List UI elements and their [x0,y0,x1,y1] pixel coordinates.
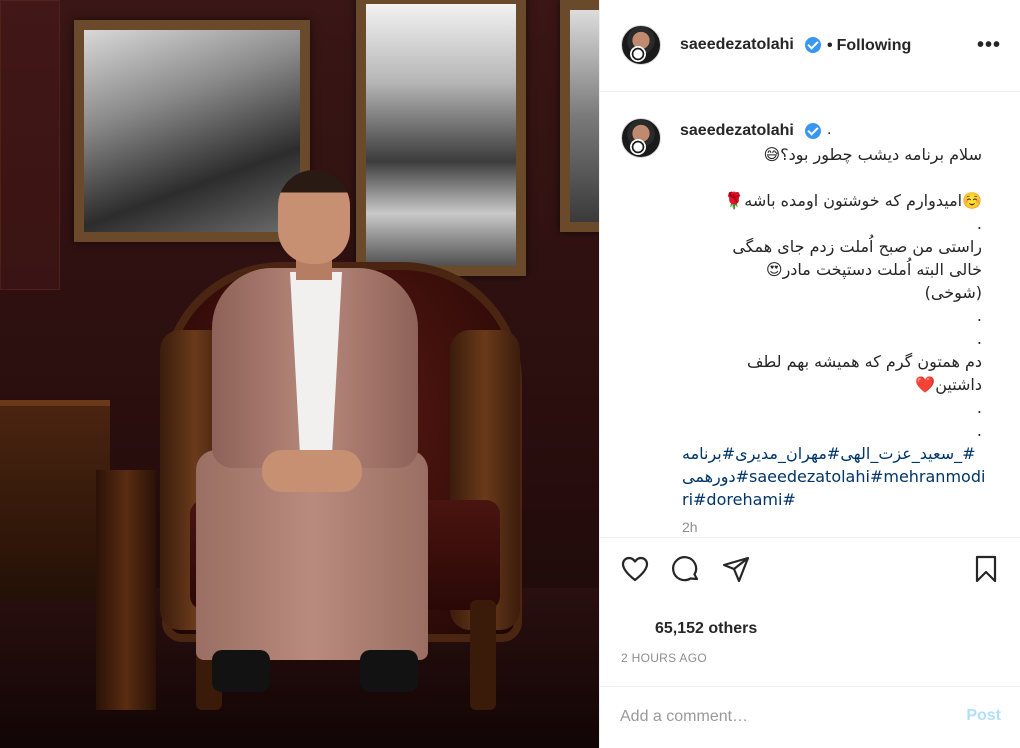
post-photo[interactable] [0,0,599,748]
caption-line [682,166,982,189]
follow-separator: • [827,37,833,54]
wall-painting [74,20,310,242]
caption-line: (شوخی) [924,283,982,302]
hashtag-link[interactable]: دورهمی#saeedezatolahi#mehranmodi [682,465,985,488]
caption-line: داشتین❤️ [915,375,982,394]
caption-line: . [976,398,982,417]
bookmark-icon[interactable] [971,554,1001,584]
avatar[interactable] [621,25,661,65]
caption-line: راستی من صبح اُملت زدم جای همگی [732,237,982,256]
likes-count[interactable]: 65,152 others [655,620,757,638]
hashtag-link[interactable]: ri#dorehami# [682,488,982,511]
heart-icon[interactable] [620,554,650,584]
wall-panel [0,0,60,290]
person-head [278,170,350,264]
paper-plane-icon[interactable] [721,554,751,584]
caption-trailing: . [827,121,832,138]
caption-line: سلام برنامه دیشب چطور بود؟😅 [763,145,982,164]
speech-bubble-icon[interactable] [671,554,701,584]
header-username[interactable]: saeedezatolahi [680,36,794,54]
post-comment-button[interactable]: Post [966,707,1001,725]
comment-input[interactable] [620,703,950,731]
hashtag-link[interactable]: سعید_عزت_الهی#مهران_مدیری#برنامه_# [682,442,982,465]
post-timestamp[interactable]: 2 HOURS AGO [621,651,707,665]
side-table [0,400,110,600]
shoe [360,650,418,692]
caption-text: سلام برنامه دیشب چطور بود؟😅 ☺️امیدوارم ک… [682,143,985,511]
following-label: Following [836,37,912,54]
caption-line: خالی البته اُملت دستپخت مادر😍 [765,260,982,279]
wall-painting [356,0,526,276]
caption-line: . [976,329,982,348]
caption-line: . [976,214,982,233]
person-hands [262,450,362,492]
avatar[interactable] [621,118,661,158]
post-sidebar: saeedezatolahi • Following ••• saeedezato… [599,0,1020,748]
more-options-icon[interactable]: ••• [977,35,1001,55]
post-header: saeedezatolahi • Following ••• [600,0,1020,92]
action-bar [600,537,1020,603]
side-stand [96,470,156,710]
shoe [212,650,270,692]
following-button[interactable]: • Following [827,37,911,55]
verified-badge-icon [805,123,821,139]
caption-line: . [976,421,982,440]
wall-painting [560,0,599,232]
caption-line: ☺️امیدوارم که خوشتون اومده باشه🌹 [724,191,982,210]
caption-line: دم همتون گرم که همیشه بهم لطف [746,352,982,371]
verified-badge-icon [805,37,821,53]
armchair-leg [470,600,496,710]
comment-bar: Post [600,686,1020,748]
caption-line: . [976,306,982,325]
caption: saeedezatolahi . سلام برنامه دیشب چطور ب… [600,93,1020,537]
caption-username[interactable]: saeedezatolahi [680,122,794,140]
caption-time[interactable]: 2h [682,519,698,535]
